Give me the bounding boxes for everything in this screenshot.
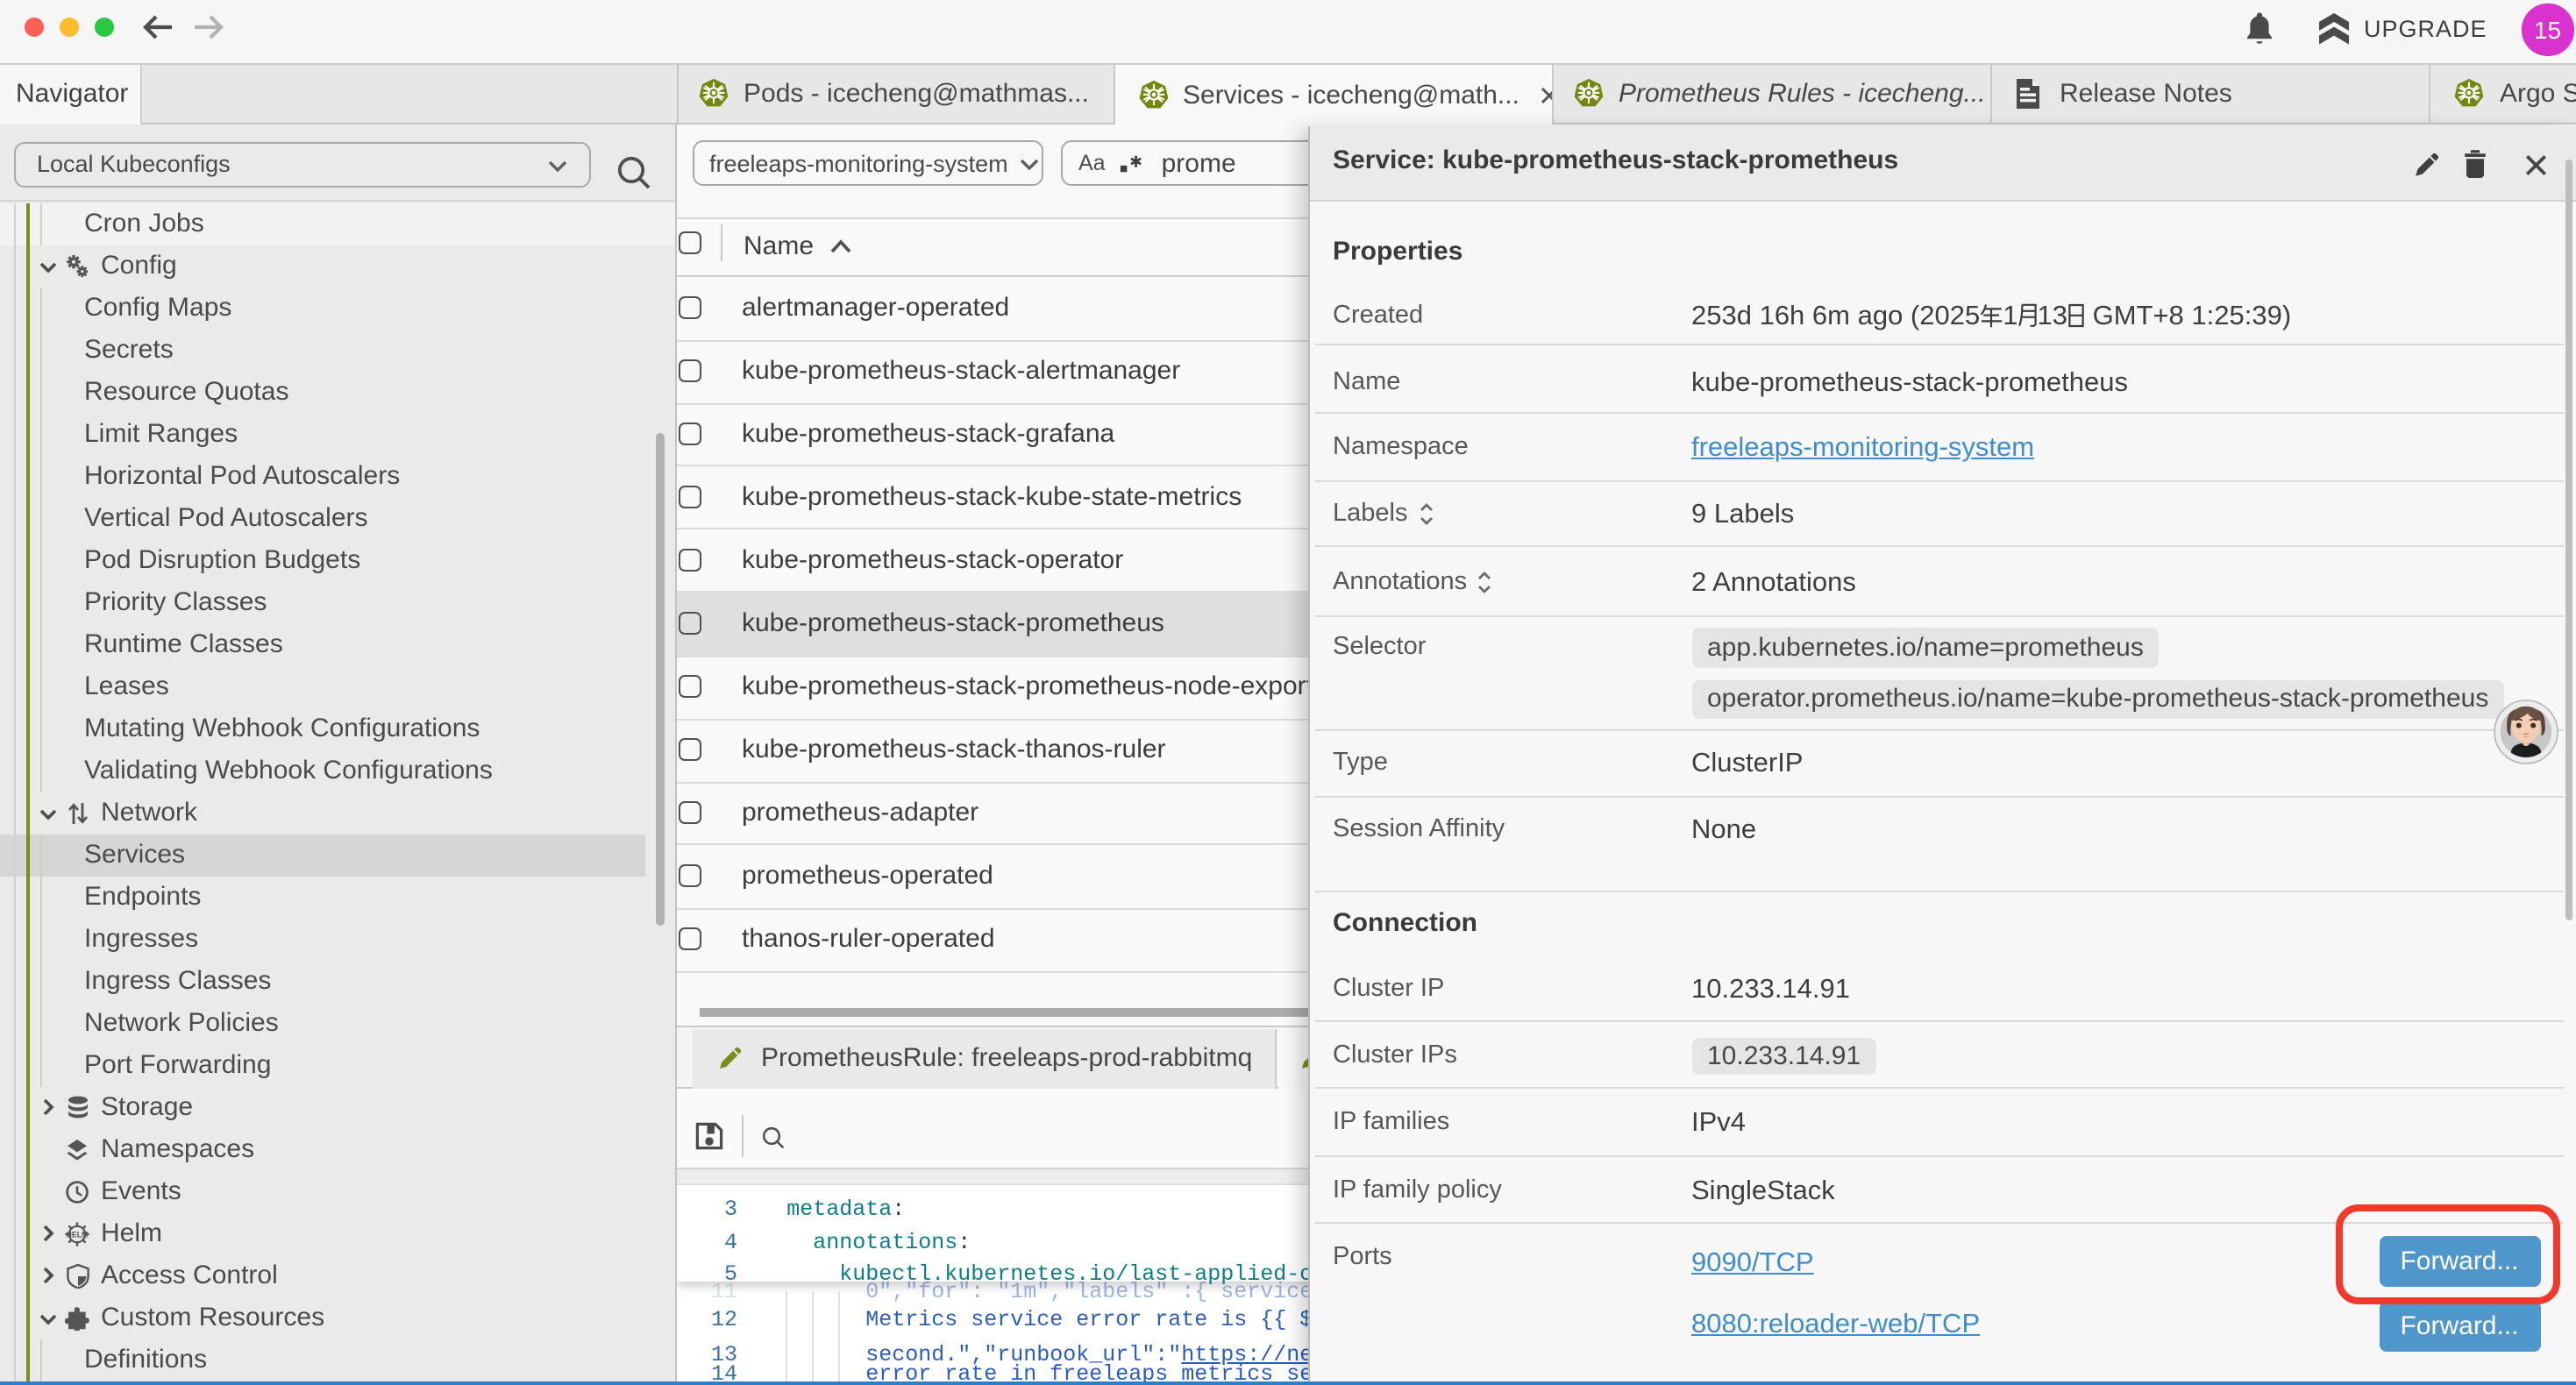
svg-text:HELM: HELM xyxy=(67,1230,89,1239)
